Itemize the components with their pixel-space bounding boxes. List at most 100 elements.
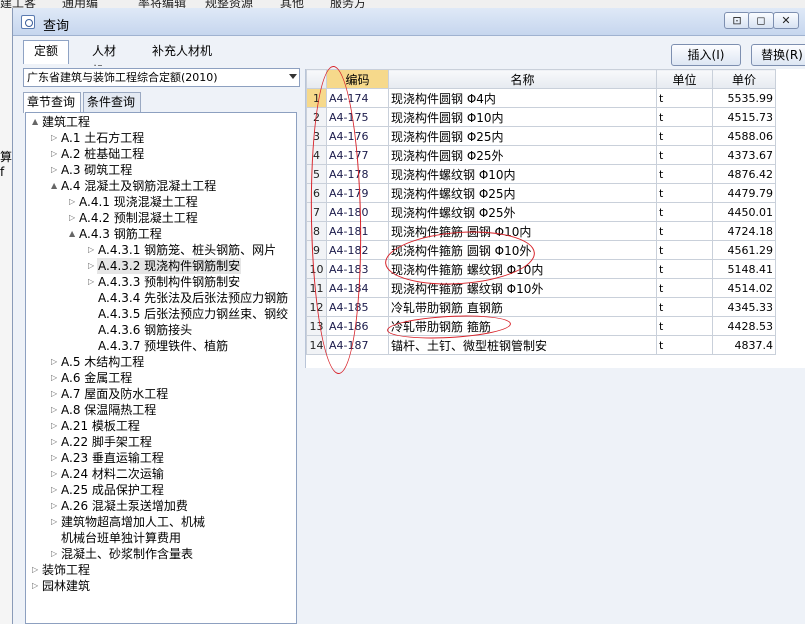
tree-node[interactable]: 机械台班单独计算费用 xyxy=(51,530,182,546)
tree-collapsed-icon[interactable]: ▷ xyxy=(51,354,60,370)
tree-collapsed-icon[interactable]: ▷ xyxy=(51,498,60,514)
price-cell[interactable]: 4515.73 xyxy=(712,107,776,127)
tree-node[interactable]: ▷ A.23 垂直运输工程 xyxy=(51,450,165,466)
tree-collapsed-icon[interactable]: ▷ xyxy=(51,130,60,146)
code-cell[interactable]: A4-178 xyxy=(326,164,389,184)
code-cell[interactable]: A4-181 xyxy=(326,221,389,241)
unit-cell[interactable]: t xyxy=(656,278,713,298)
col-header-price[interactable]: 单价 xyxy=(712,69,776,89)
tree-collapsed-icon[interactable]: ▷ xyxy=(69,194,78,210)
tree-node[interactable]: ▷ A.4.3.1 钢筋笼、桩头钢筋、网片 xyxy=(88,242,277,258)
tree-node[interactable]: A.4.3.6 钢筋接头 xyxy=(88,322,193,338)
tree-node[interactable]: ▷ A.22 脚手架工程 xyxy=(51,434,153,450)
tree-node[interactable]: ▷ A.4.1 现浇混凝土工程 xyxy=(69,194,199,210)
tree-node[interactable]: ▷ A.21 模板工程 xyxy=(51,418,141,434)
tree-node[interactable]: A.4.3.4 先张法及后张法预应力钢筋 xyxy=(88,290,289,306)
row-number-cell[interactable]: 10 xyxy=(306,259,327,279)
code-cell[interactable]: A4-184 xyxy=(326,278,389,298)
unit-cell[interactable]: t xyxy=(656,221,713,241)
quota-library-select[interactable]: 广东省建筑与装饰工程综合定额(2010) xyxy=(23,68,300,87)
tree-node[interactable]: ▷ 装饰工程 xyxy=(32,562,91,578)
table-row[interactable]: 12 A4-185 冷轧带肋钢筋 直钢筋 t 4345.33 xyxy=(306,297,776,317)
tab-quota[interactable]: 定额 xyxy=(23,40,69,64)
table-row[interactable]: 14 A4-187 锚杆、土钉、微型桩钢管制安 t 4837.4 xyxy=(306,335,776,355)
tree-node[interactable]: ▷ A.3 砌筑工程 xyxy=(51,162,133,178)
tree-collapsed-icon[interactable]: ▷ xyxy=(88,274,97,290)
close-button[interactable]: ✕ xyxy=(773,12,799,29)
tree-expanded-icon[interactable]: ▲ xyxy=(69,226,78,242)
tree-expanded-icon[interactable]: ▲ xyxy=(51,178,60,194)
unit-cell[interactable]: t xyxy=(656,126,713,146)
code-cell[interactable]: A4-174 xyxy=(326,88,389,108)
price-cell[interactable]: 4561.29 xyxy=(712,240,776,260)
unit-cell[interactable]: t xyxy=(656,145,713,165)
name-cell[interactable]: 现浇构件圆钢 Φ25内 xyxy=(388,126,657,146)
price-cell[interactable]: 4588.06 xyxy=(712,126,776,146)
table-row[interactable]: 9 A4-182 现浇构件箍筋 圆钢 Φ10外 t 4561.29 xyxy=(306,240,776,260)
row-number-cell[interactable]: 14 xyxy=(306,335,327,355)
tree-collapsed-icon[interactable]: ▷ xyxy=(51,162,60,178)
maximize-button[interactable]: ◻ xyxy=(748,12,774,29)
tree-collapsed-icon[interactable]: ▷ xyxy=(32,562,41,578)
tree-collapsed-icon[interactable]: ▷ xyxy=(32,578,41,594)
tree-node[interactable]: ▷ A.4.3.3 预制构件钢筋制安 xyxy=(88,274,241,290)
table-row[interactable]: 3 A4-176 现浇构件圆钢 Φ25内 t 4588.06 xyxy=(306,126,776,146)
code-cell[interactable]: A4-179 xyxy=(326,183,389,203)
name-cell[interactable]: 现浇构件箍筋 螺纹钢 Φ10内 xyxy=(388,259,657,279)
price-cell[interactable]: 4876.42 xyxy=(712,164,776,184)
col-header-code[interactable]: 编码 xyxy=(326,69,389,89)
tree-node[interactable]: ▷ A.2 桩基础工程 xyxy=(51,146,145,162)
restore-button[interactable]: ⊡ xyxy=(724,12,750,29)
price-cell[interactable]: 4724.18 xyxy=(712,221,776,241)
row-number-cell[interactable]: 7 xyxy=(306,202,327,222)
tree-node[interactable]: A.4.3.7 预埋铁件、植筋 xyxy=(88,338,229,354)
name-cell[interactable]: 现浇构件圆钢 Φ4内 xyxy=(388,88,657,108)
unit-cell[interactable]: t xyxy=(656,164,713,184)
row-number-cell[interactable]: 1 xyxy=(306,88,327,108)
price-cell[interactable]: 4514.02 xyxy=(712,278,776,298)
row-number-cell[interactable]: 13 xyxy=(306,316,327,336)
table-row[interactable]: 11 A4-184 现浇构件箍筋 螺纹钢 Φ10外 t 4514.02 xyxy=(306,278,776,298)
row-number-cell[interactable]: 12 xyxy=(306,297,327,317)
tab-condition-query[interactable]: 条件查询 xyxy=(83,92,141,112)
name-cell[interactable]: 现浇构件螺纹钢 Φ25外 xyxy=(388,202,657,222)
tree-node[interactable]: ▷ A.4.2 预制混凝土工程 xyxy=(69,210,199,226)
name-cell[interactable]: 锚杆、土钉、微型桩钢管制安 xyxy=(388,335,657,355)
price-cell[interactable]: 4428.53 xyxy=(712,316,776,336)
price-cell[interactable]: 4837.4 xyxy=(712,335,776,355)
col-header-name[interactable]: 名称 xyxy=(388,69,657,89)
tree-collapsed-icon[interactable]: ▷ xyxy=(51,514,60,530)
table-row[interactable]: 4 A4-177 现浇构件圆钢 Φ25外 t 4373.67 xyxy=(306,145,776,165)
code-cell[interactable]: A4-185 xyxy=(326,297,389,317)
name-cell[interactable]: 冷轧带肋钢筋 箍筋 xyxy=(388,316,657,336)
code-cell[interactable]: A4-183 xyxy=(326,259,389,279)
unit-cell[interactable]: t xyxy=(656,240,713,260)
background-menu-item[interactable]: 服务方 xyxy=(330,0,366,8)
row-number-cell[interactable]: 11 xyxy=(306,278,327,298)
tree-collapsed-icon[interactable]: ▷ xyxy=(51,402,60,418)
background-menu-item[interactable]: 率将编辑 xyxy=(138,0,186,8)
name-cell[interactable]: 现浇构件箍筋 螺纹钢 Φ10外 xyxy=(388,278,657,298)
unit-cell[interactable]: t xyxy=(656,335,713,355)
code-cell[interactable]: A4-182 xyxy=(326,240,389,260)
price-cell[interactable]: 4345.33 xyxy=(712,297,776,317)
unit-cell[interactable]: t xyxy=(656,259,713,279)
insert-button[interactable]: 插入(I) xyxy=(671,44,741,66)
tree-node[interactable]: ▲ 建筑工程 xyxy=(32,114,91,130)
row-number-cell[interactable]: 2 xyxy=(306,107,327,127)
replace-button[interactable]: 替换(R) xyxy=(751,44,805,66)
background-menu-item[interactable]: 建工客 xyxy=(0,0,36,8)
unit-cell[interactable]: t xyxy=(656,202,713,222)
price-cell[interactable]: 4373.67 xyxy=(712,145,776,165)
tab-chapter-query[interactable]: 章节查询 xyxy=(23,92,81,113)
table-row[interactable]: 8 A4-181 现浇构件箍筋 圆钢 Φ10内 t 4724.18 xyxy=(306,221,776,241)
tree-node[interactable]: ▷ A.5 木结构工程 xyxy=(51,354,145,370)
code-cell[interactable]: A4-176 xyxy=(326,126,389,146)
tree-node[interactable]: A.4.3.5 后张法预应力钢丝束、钢绞 xyxy=(88,306,289,322)
tree-collapsed-icon[interactable]: ▷ xyxy=(51,386,60,402)
row-number-cell[interactable]: 3 xyxy=(306,126,327,146)
unit-cell[interactable]: t xyxy=(656,183,713,203)
col-header-unit[interactable]: 单位 xyxy=(656,69,713,89)
background-menu-item[interactable]: 通用编 xyxy=(62,0,98,8)
tree-collapsed-icon[interactable]: ▷ xyxy=(69,210,78,226)
